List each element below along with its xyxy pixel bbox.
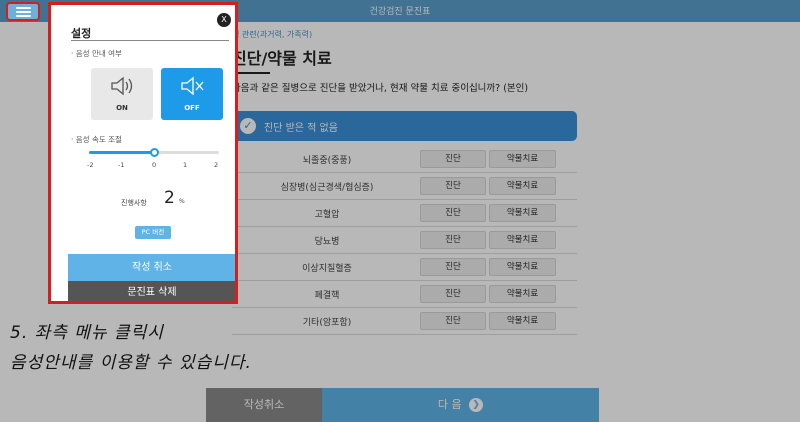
- caption-line-1: 5. 좌측 메뉴 클릭시: [10, 323, 164, 343]
- tick-label: -2: [87, 161, 94, 169]
- hamburger-icon: [16, 7, 31, 9]
- cancel-write-button[interactable]: 작성 취소: [68, 254, 235, 281]
- slider-thumb[interactable]: [150, 148, 159, 157]
- tick-label: 1: [183, 161, 188, 169]
- close-button[interactable]: X: [217, 13, 231, 27]
- menu-button[interactable]: [6, 2, 40, 21]
- delete-form-button[interactable]: 문진표 삭제: [68, 281, 235, 301]
- voice-off-label: OFF: [184, 104, 200, 112]
- voice-speed-slider[interactable]: [89, 148, 219, 157]
- tick-label: 0: [152, 161, 157, 169]
- voice-guide-label: · 음성 안내 여부: [71, 49, 122, 58]
- progress-unit: %: [179, 198, 185, 205]
- tick-label: -1: [118, 161, 125, 169]
- progress-label: 진행사항: [121, 199, 147, 207]
- voice-speed-label: · 음성 속도 조절: [71, 135, 122, 144]
- speaker-mute-icon: [181, 76, 204, 96]
- divider: [71, 40, 229, 41]
- settings-title: 설정: [71, 27, 92, 40]
- speaker-on-icon: [111, 76, 133, 96]
- progress-value: 2: [164, 188, 175, 208]
- pc-version-button[interactable]: PC 버전: [135, 226, 171, 239]
- slider-fill: [89, 151, 154, 154]
- voice-on-label: ON: [116, 104, 128, 112]
- voice-on-button[interactable]: ON: [91, 68, 153, 120]
- caption-line-2: 음성안내를 이용할 수 있습니다.: [10, 353, 252, 373]
- hamburger-icon-bar: [16, 15, 31, 17]
- tick-label: 2: [214, 161, 219, 169]
- settings-panel: 설정 X · 음성 안내 여부 ON OFF · 음성 속도 조절 -2 -1 …: [48, 2, 238, 304]
- voice-off-button[interactable]: OFF: [161, 68, 223, 120]
- hamburger-icon-bar: [16, 11, 31, 13]
